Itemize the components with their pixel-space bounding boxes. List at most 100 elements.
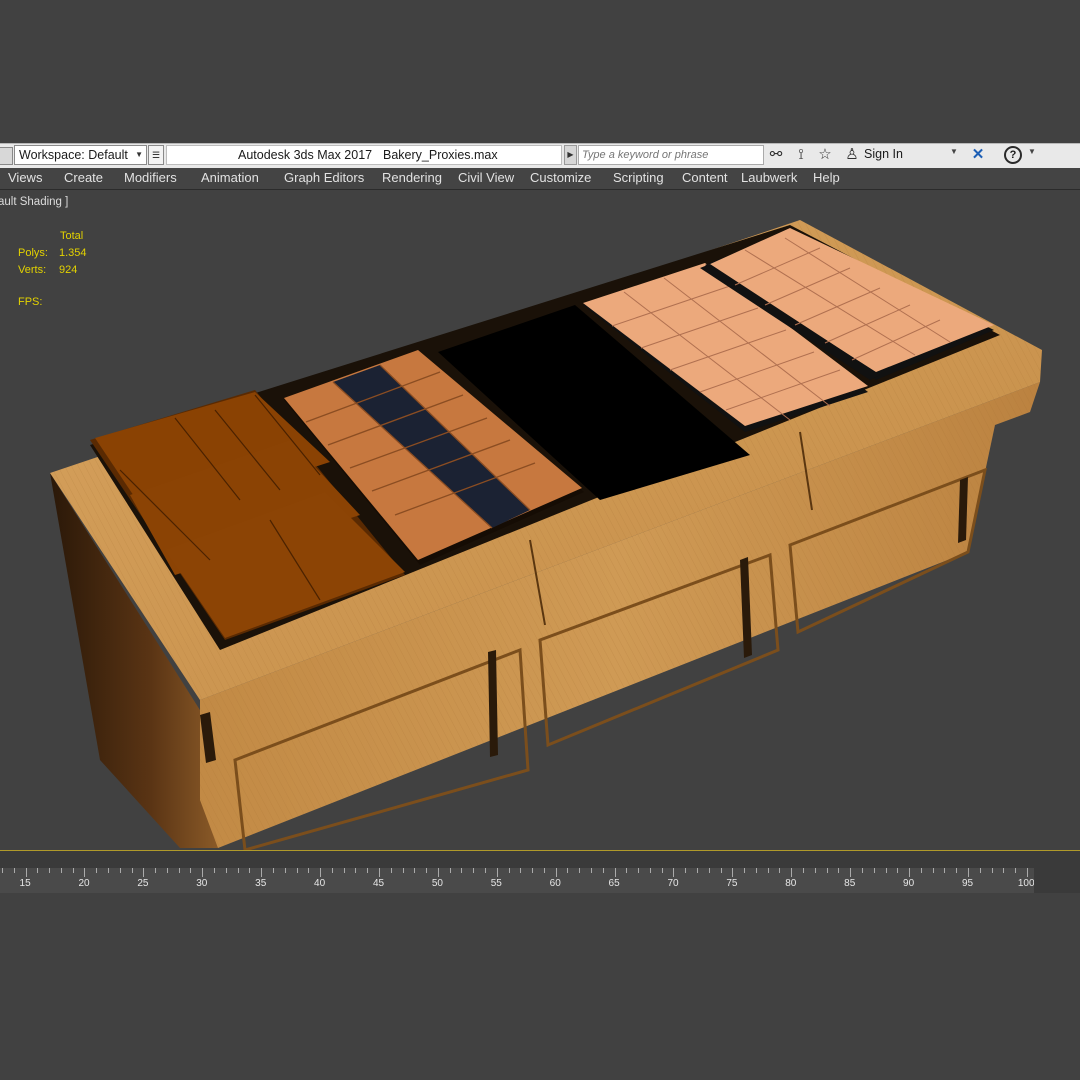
stats-total-header: Total (60, 230, 84, 242)
menu-rendering[interactable]: Rendering (382, 170, 442, 185)
quick-access-menu-icon[interactable]: ☰ (148, 145, 164, 165)
timeline-tick (579, 868, 581, 873)
timeline-tick (838, 868, 840, 873)
timeline-tick (685, 868, 687, 873)
app-title: Autodesk 3ds Max 2017 (238, 148, 373, 162)
search-input[interactable] (578, 145, 764, 165)
timeline-tick (861, 868, 863, 873)
timeline[interactable]: 15 20 25 30 35 40 45 50 55 60 65 70 75 80 85 90 95 100 (0, 851, 1080, 893)
exchange-apps-icon[interactable]: ✕ (968, 146, 988, 164)
viewport-shading-label[interactable]: ault Shading ] (0, 196, 68, 208)
timeline-tick (967, 868, 969, 877)
timeline-tick (49, 868, 51, 873)
search-expand-icon[interactable]: ▶ (564, 145, 577, 165)
timeline-tick (1026, 868, 1028, 877)
timeline-tick (84, 868, 86, 877)
perspective-viewport[interactable]: ault Shading ] Total Polys: 1.354 Verts:… (0, 190, 1080, 850)
timeline-tick (744, 868, 746, 873)
stats-verts-value: 924 (59, 264, 78, 276)
timeline-tick (638, 868, 640, 873)
menu-modifiers[interactable]: Modifiers (124, 170, 177, 185)
user-icon[interactable]: ♙ (842, 146, 862, 164)
timeline-tick (1003, 868, 1005, 873)
timeline-tick (932, 868, 934, 873)
timeline-tick (284, 868, 286, 873)
timeline-tick (190, 868, 192, 873)
timeline-frame-label: 90 (903, 878, 915, 889)
stats-fps-label: FPS: (18, 296, 43, 308)
timeline-frame-label: 85 (844, 878, 856, 889)
timeline-tick (508, 868, 510, 873)
timeline-frame-label: 25 (137, 878, 149, 889)
timeline-tick (296, 868, 298, 873)
timeline-tick (343, 868, 345, 873)
star-icon[interactable]: ☆ (815, 146, 835, 164)
binoculars-icon[interactable]: ⚯ (766, 146, 786, 164)
stats-verts-label: Verts: (18, 264, 47, 276)
timeline-tick (108, 868, 110, 873)
chevron-down-icon[interactable]: ▼ (950, 147, 958, 156)
timeline-tick (873, 868, 875, 873)
timeline-tick (178, 868, 180, 873)
scene-render (50, 220, 1042, 850)
menu-scripting[interactable]: Scripting (613, 170, 664, 185)
menu-animation[interactable]: Animation (201, 170, 259, 185)
timeline-frame-label: 30 (196, 878, 208, 889)
timeline-tick (214, 868, 216, 873)
timeline-tick (237, 868, 239, 873)
timeline-tick (944, 868, 946, 873)
timeline-tick (437, 868, 439, 877)
timeline-tick (426, 868, 428, 873)
timeline-tick (484, 868, 486, 873)
timeline-frame-label: 60 (549, 878, 561, 889)
timeline-frame-label: 80 (785, 878, 797, 889)
time-ruler[interactable]: 15 20 25 30 35 40 45 50 55 60 65 70 75 80 85 90 95 100 (0, 868, 1035, 893)
app-icon[interactable] (0, 147, 13, 165)
stats-polys-label: Polys: (18, 247, 48, 259)
timeline-frame-label: 75 (726, 878, 738, 889)
timeline-tick (60, 868, 62, 873)
timeline-tick (131, 868, 133, 873)
communication-center-icon[interactable]: ⟟ (791, 146, 811, 164)
timeline-tick (543, 868, 545, 873)
timeline-frame-label: 15 (19, 878, 31, 889)
menu-customize[interactable]: Customize (530, 170, 591, 185)
timeline-tick (532, 868, 534, 873)
timeline-tick (155, 868, 157, 873)
timeline-frame-label: 70 (667, 878, 679, 889)
menu-bar: Views Create Modifiers Animation Graph Edito… (0, 168, 1080, 190)
timeline-frame-label: 50 (431, 878, 443, 889)
stats-polys-value: 1.354 (59, 247, 87, 259)
menu-create[interactable]: Create (64, 170, 103, 185)
timeline-tick (414, 868, 416, 873)
title-bar: Workspace: Default ▼ ☰ Autodesk 3ds Max … (0, 143, 1080, 169)
menu-civil-view[interactable]: Civil View (458, 170, 514, 185)
timeline-tick (614, 868, 616, 877)
timeline-tick (673, 868, 675, 877)
timeline-tick (355, 868, 357, 873)
menu-help[interactable]: Help (813, 170, 840, 185)
sign-in-link[interactable]: Sign In (864, 147, 903, 161)
timeline-tick (378, 868, 380, 877)
timeline-tick (331, 868, 333, 873)
workspace-dropdown[interactable]: Workspace: Default ▼ (14, 145, 147, 165)
window-title: Autodesk 3ds Max 2017 Bakery_Proxies.max (166, 145, 562, 165)
timeline-tick (272, 868, 274, 873)
timeline-tick (202, 868, 204, 877)
timeline-tick (37, 868, 39, 873)
timeline-tick (920, 868, 922, 873)
timeline-tick (755, 868, 757, 873)
help-icon[interactable]: ? (1004, 146, 1022, 164)
chevron-down-icon[interactable]: ▼ (1028, 147, 1036, 156)
menu-graph-editors[interactable]: Graph Editors (284, 170, 364, 185)
timeline-tick (708, 868, 710, 873)
timeline-tick (496, 868, 498, 877)
timeline-frame-label: 45 (372, 878, 385, 889)
menu-views[interactable]: Views (8, 170, 42, 185)
menu-content[interactable]: Content (682, 170, 728, 185)
timeline-tick (555, 868, 557, 877)
timeline-tick (909, 868, 911, 877)
menu-laubwerk[interactable]: Laubwerk (741, 170, 797, 185)
timeline-tick (320, 868, 322, 877)
timeline-tick (814, 868, 816, 873)
